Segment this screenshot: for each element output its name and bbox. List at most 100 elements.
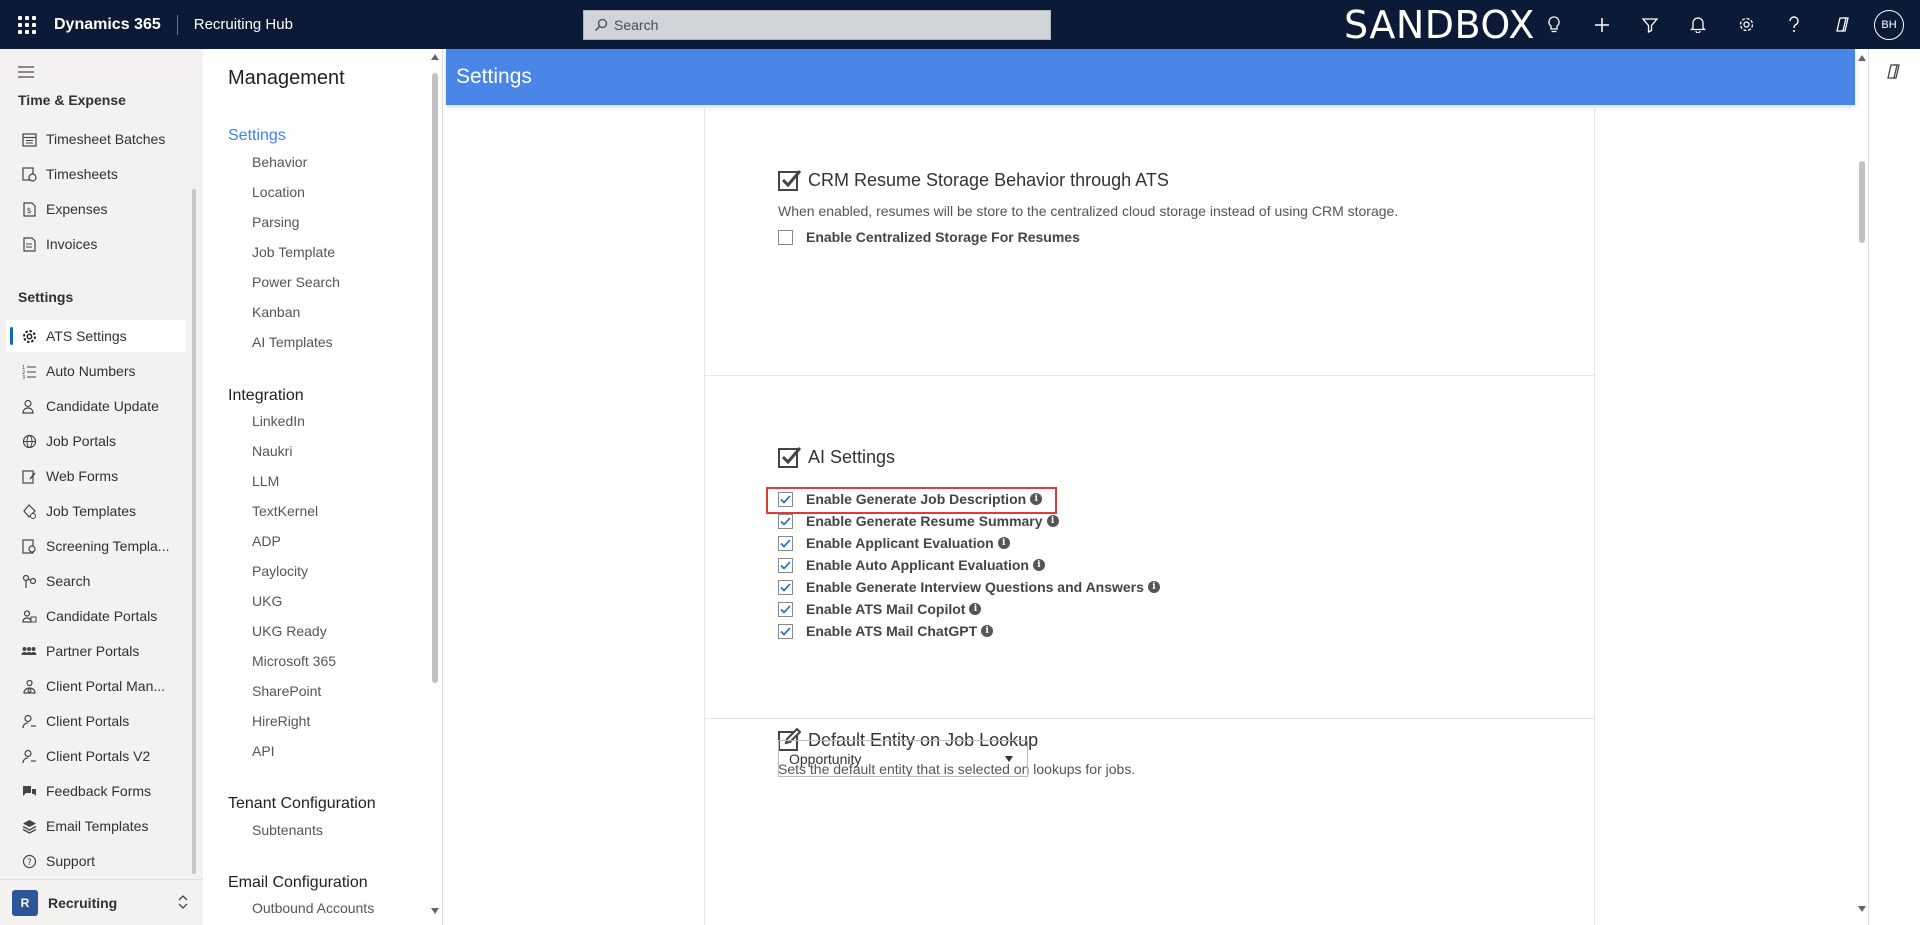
sidebar-item-timesheet-batches[interactable]: Timesheet Batches [6,123,186,155]
mgmt-link-sharepoint[interactable]: SharePoint [252,683,321,699]
highlight-box [766,487,1057,514]
mgmt-link-outbound-accounts[interactable]: Outbound Accounts [252,900,374,916]
mgmt-link-parsing[interactable]: Parsing [252,214,299,230]
brand-name[interactable]: Dynamics 365 [54,14,178,35]
nav-section-settings: Settings [18,289,74,305]
mgmt-link-ukg[interactable]: UKG [252,593,282,609]
sidebar-item-feedback-forms[interactable]: Feedback Forms [6,775,186,807]
info-icon[interactable]: i [981,625,994,637]
page-scrollbar-thumb[interactable] [1859,161,1865,243]
mgmt-link-textkernel[interactable]: TextKernel [252,503,318,519]
mgmt-group-tenant[interactable]: Tenant Configuration [228,795,376,813]
ai-option-checkbox[interactable] [778,623,793,639]
mgmt-link-job-template[interactable]: Job Template [252,244,335,260]
centralized-storage-checkbox[interactable] [778,229,793,245]
sidebar-item-client-portals[interactable]: Client Portals [6,705,186,737]
ai-option-ats-mail-copilot[interactable]: Enable ATS Mail Copilot i [778,599,982,619]
ai-option-label: Enable Applicant Evaluation [806,535,994,551]
mgmt-link-api[interactable]: API [252,743,275,759]
new-button[interactable] [1578,0,1626,49]
page-scroll-up-button[interactable] [1858,55,1866,61]
ai-option-checkbox[interactable] [778,557,793,573]
copilot-button[interactable] [1818,0,1866,49]
mgmt-link-subtenants[interactable]: Subtenants [252,822,323,838]
ai-option-generate-resume-summary[interactable]: Enable Generate Resume Summary i [778,511,1059,531]
ai-option-checkbox[interactable] [778,513,793,529]
sidebar-item-web-forms[interactable]: Web Forms [6,460,186,492]
sidebar-item-timesheets[interactable]: Timesheets [6,158,186,190]
global-search-input[interactable]: Search [583,10,1051,40]
area-switcher[interactable]: R Recruiting [0,879,203,925]
notifications-button[interactable] [1674,0,1722,49]
sidebar-item-label: Search [46,573,91,589]
sidebar-item-candidate-portals[interactable]: Candidate Portals [6,600,186,632]
sidebar-item-job-portals[interactable]: Job Portals [6,425,186,457]
person-icon [6,749,46,764]
filter-button[interactable] [1626,0,1674,49]
mgmt-link-microsoft-365[interactable]: Microsoft 365 [252,653,336,669]
mgmt-link-linkedin[interactable]: LinkedIn [252,413,305,429]
ai-option-ats-mail-chatgpt[interactable]: Enable ATS Mail ChatGPT i [778,621,994,641]
mgmt-link-ai-templates[interactable]: AI Templates [252,334,333,350]
mgmt-link-power-search[interactable]: Power Search [252,274,340,290]
mgmt-link-ukg-ready[interactable]: UKG Ready [252,623,327,639]
mgmt-link-behavior[interactable]: Behavior [252,154,307,170]
mgmt-link-paylocity[interactable]: Paylocity [252,563,308,579]
ai-option-checkbox[interactable] [778,579,793,595]
sidebar-item-job-templates[interactable]: Job Templates [6,495,186,527]
mgmt-group-settings[interactable]: Settings [228,127,286,145]
help-button[interactable] [1770,0,1818,49]
sidebar-item-auto-numbers[interactable]: 123 Auto Numbers [6,355,186,387]
info-icon[interactable]: i [1046,515,1059,527]
timesheet-icon [6,166,46,182]
settings-button[interactable] [1722,0,1770,49]
sidebar-item-partner-portals[interactable]: Partner Portals [6,635,186,667]
info-icon[interactable]: i [997,537,1010,549]
ai-option-checkbox[interactable] [778,535,793,551]
sidebar-item-client-portal-management[interactable]: Client Portal Man... [6,670,186,702]
ai-option-applicant-evaluation[interactable]: Enable Applicant Evaluation i [778,533,1010,553]
info-icon[interactable]: i [1147,581,1160,593]
mgmt-scroll-up-button[interactable] [431,54,439,60]
mgmt-scroll-down-button[interactable] [431,908,439,914]
sidebar-item-client-portals-v2[interactable]: Client Portals V2 [6,740,186,772]
mgmt-link-location[interactable]: Location [252,184,305,200]
ai-option-checkbox[interactable] [778,601,793,617]
centralized-storage-option[interactable]: Enable Centralized Storage For Resumes [778,227,1080,247]
copilot-pane-button[interactable] [1885,63,1902,85]
copilot-icon [1887,64,1900,79]
mgmt-group-email[interactable]: Email Configuration [228,874,368,892]
mgmt-group-integration[interactable]: Integration [228,387,304,405]
check-icon [780,516,791,526]
sidebar-item-email-templates[interactable]: Email Templates [6,810,186,842]
page-scroll-down-button[interactable] [1858,906,1866,912]
sidebar-item-invoices[interactable]: Invoices [6,228,186,260]
sidebar-item-support[interactable]: ? Support [6,845,186,877]
sidebar-item-search[interactable]: Search [6,565,186,597]
info-icon[interactable]: i [969,603,982,615]
nav-scrollbar[interactable] [192,189,196,874]
ai-option-interview-questions[interactable]: Enable Generate Interview Questions and … [778,577,1160,597]
sidebar-item-ats-settings[interactable]: ATS Settings [6,320,186,352]
mgmt-link-adp[interactable]: ADP [252,533,281,549]
info-icon[interactable]: i [1032,559,1045,571]
mgmt-link-llm[interactable]: LLM [252,473,279,489]
app-launcher-button[interactable] [0,0,54,49]
svg-text:$: $ [26,206,31,215]
expense-icon: $ [6,201,46,217]
app-name[interactable]: Recruiting Hub [178,16,293,33]
default-entity-select[interactable]: Opportunity [778,740,1028,777]
checkbox-checked-icon [778,170,802,191]
ai-option-auto-applicant-evaluation[interactable]: Enable Auto Applicant Evaluation i [778,555,1045,575]
mgmt-link-kanban[interactable]: Kanban [252,304,300,320]
lightbulb-button[interactable] [1530,0,1578,49]
sidebar-item-screening-templates[interactable]: Screening Templa... [6,530,186,562]
collapse-nav-button[interactable] [18,65,34,83]
sidebar-item-label: Invoices [46,236,98,252]
mgmt-link-naukri[interactable]: Naukri [252,443,292,459]
mgmt-scrollbar-thumb[interactable] [432,73,438,683]
user-avatar[interactable]: BH [1874,9,1904,40]
sidebar-item-candidate-update[interactable]: Candidate Update [6,390,186,422]
sidebar-item-expenses[interactable]: $ Expenses [6,193,186,225]
mgmt-link-hireright[interactable]: HireRight [252,713,310,729]
